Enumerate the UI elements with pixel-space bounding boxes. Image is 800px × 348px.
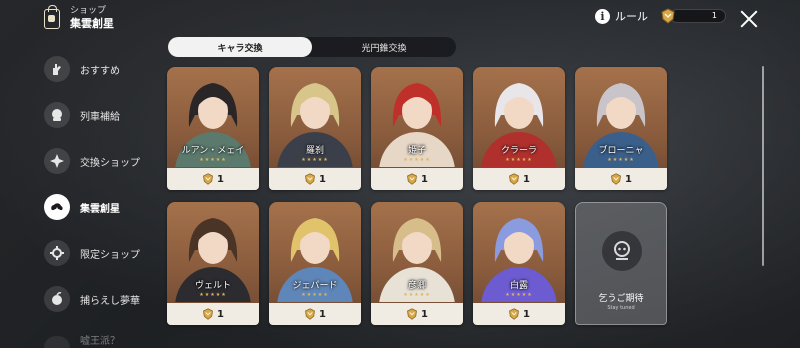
- price-bar: 1: [473, 303, 565, 325]
- character-card[interactable]: ヴェルト ★★★★★ 1: [167, 202, 259, 325]
- character-name: 彦卿: [407, 281, 426, 291]
- price-bar: 1: [167, 168, 259, 190]
- price-bar: 1: [575, 168, 667, 190]
- character-name: クラーラ: [500, 146, 537, 156]
- price-value: 1: [421, 173, 428, 185]
- currency-counter: 1: [660, 8, 726, 24]
- partial-icon: [44, 336, 70, 348]
- close-icon[interactable]: [740, 10, 758, 28]
- coming-soon-card: 乞うご期待 Stay tuned: [575, 202, 667, 325]
- character-card[interactable]: ブローニャ ★★★★★ 1: [575, 67, 667, 190]
- currency-coin-icon: [202, 308, 214, 320]
- character-card[interactable]: クラーラ ★★★★★ 1: [473, 67, 565, 190]
- gear-pass-icon: [44, 240, 70, 266]
- character-card[interactable]: 白露 ★★★★★ 1: [473, 202, 565, 325]
- rarity-stars: ★★★★★: [505, 157, 533, 163]
- mascot-icon: [44, 102, 70, 128]
- character-name: 姫子: [407, 146, 426, 156]
- price-value: 1: [217, 173, 224, 185]
- rarity-stars: ★★★★★: [199, 292, 227, 298]
- sidebar-item-label: 捕らえし夢華: [80, 295, 140, 307]
- shop-subtitle: ショップ: [70, 6, 107, 16]
- sidebar-item-2[interactable]: 列車補給: [0, 92, 160, 138]
- currency-coin-icon: [661, 8, 675, 24]
- sidebar-item-6[interactable]: 捕らえし夢華: [0, 276, 160, 322]
- sidebar-item-label: 列車補給: [80, 111, 120, 123]
- currency-coin-icon: [406, 173, 418, 185]
- currency-coin-icon: [406, 308, 418, 320]
- coming-soon-label: 乞うご期待: [598, 294, 644, 304]
- currency-coin-icon: [610, 173, 622, 185]
- coming-soon-sublabel: Stay tuned: [607, 305, 635, 311]
- sidebar-item-label: おすすめ: [80, 65, 120, 77]
- currency-amount: 1: [670, 9, 726, 23]
- rarity-stars: ★★★★★: [403, 292, 431, 298]
- rules-button[interactable]: i ルール: [595, 8, 648, 24]
- sidebar-item-label: 集雲創星: [80, 203, 120, 215]
- price-value: 1: [523, 308, 530, 320]
- tab-character-exchange[interactable]: キャラ交換: [168, 37, 312, 57]
- exchange-tabs: キャラ交換 光円錐交換: [168, 37, 456, 57]
- sidebar-item-label: 嘘王派？: [80, 335, 120, 347]
- sidebar-item-5[interactable]: 限定ショップ: [0, 230, 160, 276]
- rarity-stars: ★★★★★: [607, 157, 635, 163]
- price-bar: 1: [371, 168, 463, 190]
- price-value: 1: [319, 173, 326, 185]
- fruit-icon: [44, 286, 70, 312]
- character-name: 羅刹: [305, 146, 324, 156]
- character-name: ブローニャ: [598, 146, 644, 156]
- price-bar: 1: [167, 303, 259, 325]
- shopping-bag-icon: [44, 4, 60, 29]
- character-name: 白露: [509, 281, 528, 291]
- currency-coin-icon: [508, 308, 520, 320]
- currency-coin-icon: [202, 173, 214, 185]
- character-card[interactable]: 姫子 ★★★★★ 1: [371, 67, 463, 190]
- price-value: 1: [319, 308, 326, 320]
- sidebar-item-label: 限定ショップ: [80, 249, 140, 261]
- cloud-star-icon: [44, 194, 70, 220]
- shop-header: ショップ 集雲創星: [44, 4, 114, 31]
- rarity-stars: ★★★★★: [505, 292, 533, 298]
- sidebar-item-partial[interactable]: 嘘王派？: [0, 330, 160, 348]
- character-grid: ルアン・メェイ ★★★★★ 1 羅刹 ★★★★★ 1 姫子 ★★★★★ 1 クラーラ ★★★★★ 1 ブ…: [167, 67, 707, 325]
- rarity-stars: ★★★★★: [301, 157, 329, 163]
- sidebar-item-label: 交換ショップ: [80, 157, 140, 169]
- price-bar: 1: [269, 303, 361, 325]
- top-bar: i ルール 1: [595, 8, 726, 24]
- hand-icon: [44, 56, 70, 82]
- character-card[interactable]: 羅刹 ★★★★★ 1: [269, 67, 361, 190]
- character-card[interactable]: 彦卿 ★★★★★ 1: [371, 202, 463, 325]
- character-name: ジェパード: [292, 281, 338, 291]
- price-bar: 1: [269, 168, 361, 190]
- currency-coin-icon: [304, 173, 316, 185]
- coming-soon-emblem-icon: [602, 231, 642, 271]
- price-bar: 1: [473, 168, 565, 190]
- rarity-stars: ★★★★★: [403, 157, 431, 163]
- rarity-stars: ★★★★★: [199, 157, 227, 163]
- sidebar-item-3[interactable]: 交換ショップ: [0, 138, 160, 184]
- shop-title: 集雲創星: [70, 17, 114, 30]
- price-value: 1: [217, 308, 224, 320]
- scrollbar[interactable]: [762, 66, 764, 266]
- character-card[interactable]: ジェパード ★★★★★ 1: [269, 202, 361, 325]
- sidebar-item-4[interactable]: 集雲創星: [0, 184, 160, 230]
- star-diamond-icon: [44, 148, 70, 174]
- character-name: ルアン・メェイ: [181, 146, 245, 156]
- price-value: 1: [523, 173, 530, 185]
- tab-light-cone-exchange[interactable]: 光円錐交換: [312, 37, 456, 57]
- sidebar-item-1[interactable]: おすすめ: [0, 46, 160, 92]
- currency-coin-icon: [304, 308, 316, 320]
- character-card[interactable]: ルアン・メェイ ★★★★★ 1: [167, 67, 259, 190]
- price-bar: 1: [371, 303, 463, 325]
- sidebar: おすすめ列車補給交換ショップ 集雲創星限定ショップ 捕らえし夢華: [0, 46, 160, 322]
- price-value: 1: [421, 308, 428, 320]
- rules-label: ルール: [615, 10, 648, 23]
- info-icon: i: [595, 8, 610, 24]
- currency-coin-icon: [508, 173, 520, 185]
- rarity-stars: ★★★★★: [301, 292, 329, 298]
- price-value: 1: [625, 173, 632, 185]
- character-name: ヴェルト: [194, 281, 231, 291]
